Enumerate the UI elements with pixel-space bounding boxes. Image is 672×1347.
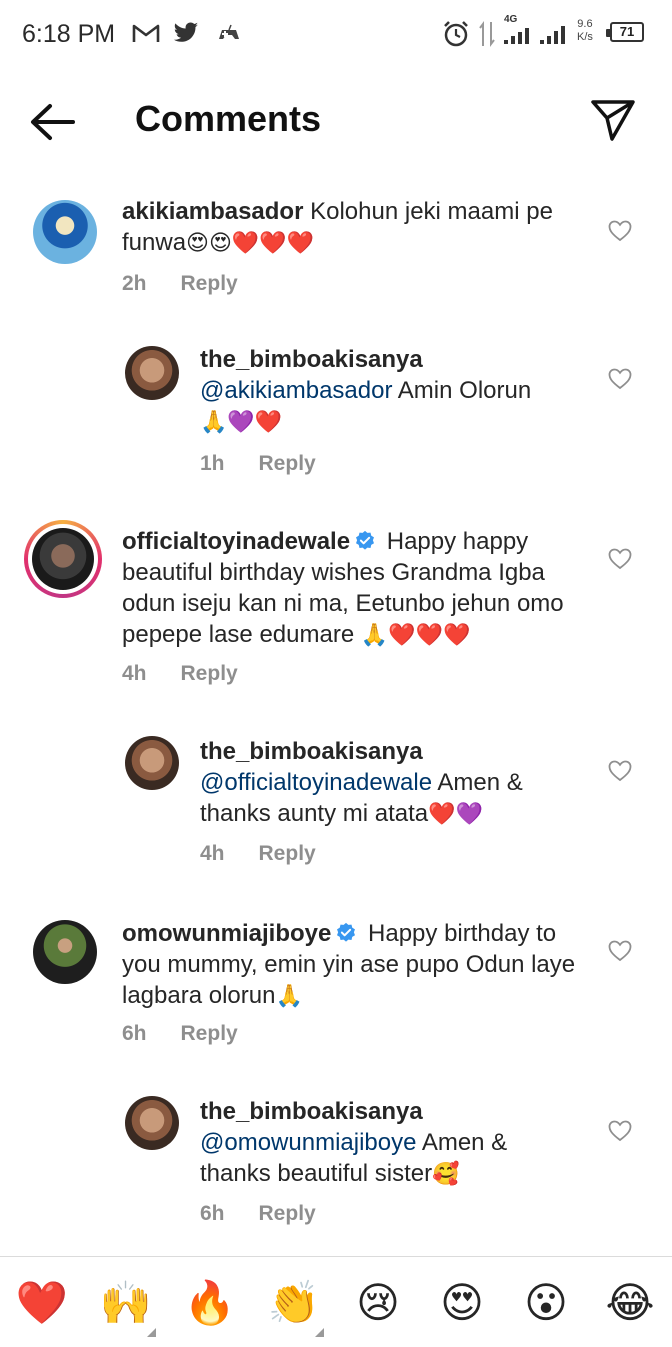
skin-tone-indicator [147, 1328, 156, 1337]
signal-icon-2 [540, 26, 565, 44]
raising-hands-emoji[interactable]: 🙌 [96, 1277, 156, 1337]
comment-text: officialtoyinadewale Happy happy beautif… [122, 526, 592, 651]
network-speed: 9.6 K/s [577, 18, 593, 43]
comment-username[interactable]: omowunmiajiboye [122, 920, 331, 947]
comment-emojis: 🙏❤️❤️❤️ [360, 623, 471, 648]
comment-username[interactable]: the_bimboakisanya [200, 738, 423, 765]
reply-button[interactable]: Reply [259, 842, 316, 865]
arrow-left-icon [31, 104, 75, 140]
fire-emoji[interactable]: 🔥 [180, 1277, 240, 1329]
status-time: 6:18 PM [22, 20, 116, 48]
verified-badge-icon [356, 530, 375, 550]
battery-level: 71 [619, 24, 635, 39]
paper-plane-icon [591, 100, 635, 141]
share-button[interactable] [588, 94, 638, 144]
battery-icon: 71 [606, 22, 644, 42]
like-heart-icon[interactable] [608, 368, 632, 390]
data-arrows-icon [479, 21, 495, 47]
twitter-icon [173, 22, 199, 42]
comment-time: 1h [200, 452, 225, 475]
reply-comment-item: the_bimboakisanya @omowunmiajiboye Amen … [0, 1092, 672, 1232]
comment-text: omowunmiajiboye Happy birthday to you mu… [122, 918, 592, 1012]
alarm-icon [444, 21, 468, 47]
comment-meta: 4h Reply [122, 662, 238, 686]
avatar[interactable] [32, 528, 94, 590]
comment-item: officialtoyinadewale Happy happy beautif… [0, 520, 672, 690]
comment-emojis: ❤️💜 [428, 802, 483, 827]
comment-time: 4h [122, 662, 147, 685]
comment-mention[interactable]: @omowunmiajiboye [200, 1129, 416, 1156]
like-heart-icon[interactable] [608, 548, 632, 570]
comment-username[interactable]: officialtoyinadewale [122, 528, 350, 555]
reply-button[interactable]: Reply [259, 452, 316, 475]
comment-meta: 4h Reply [200, 842, 316, 866]
reply-comment-item: the_bimboakisanya @akikiambasador Amin O… [0, 340, 672, 480]
reply-comment-item: the_bimboakisanya @officialtoyinadewale … [0, 732, 672, 872]
comment-message: Amin Olorun [392, 377, 532, 404]
comment-meta: 1h Reply [200, 452, 316, 476]
avatar[interactable] [125, 346, 179, 400]
comment-username[interactable]: the_bimboakisanya [200, 346, 423, 373]
comment-text: the_bimboakisanya @akikiambasador Amin O… [200, 344, 580, 438]
avatar[interactable] [33, 920, 97, 984]
comment-time: 6h [122, 1022, 147, 1045]
comment-emojis: 🥰 [432, 1162, 460, 1187]
avatar[interactable] [125, 1096, 179, 1150]
avatar[interactable] [125, 736, 179, 790]
comment-time: 2h [122, 272, 147, 295]
comment-meta: 6h Reply [122, 1022, 238, 1046]
comment-emojis: 😍😍❤️❤️❤️ [186, 231, 315, 256]
crying-face-emoji[interactable]: 😢 [348, 1277, 408, 1329]
like-heart-icon[interactable] [608, 220, 632, 242]
comment-item: omowunmiajiboye Happy birthday to you mu… [0, 912, 672, 1052]
comment-username[interactable]: the_bimboakisanya [200, 1098, 423, 1125]
comment-meta: 2h Reply [122, 272, 238, 296]
tears-of-joy-emoji[interactable]: 😂 [600, 1277, 660, 1329]
emoji-quick-bar: ❤️ 🙌 🔥 👏 😢 😍 😮 😂 [0, 1256, 672, 1347]
heart-eyes-emoji[interactable]: 😍 [432, 1277, 492, 1329]
status-bar: 6:18 PM 4G 9.6 K/s 71 [0, 0, 672, 68]
comment-text: the_bimboakisanya @officialtoyinadewale … [200, 736, 580, 830]
reply-button[interactable]: Reply [181, 662, 238, 685]
page-title: Comments [135, 98, 322, 139]
comment-item: akikiambasador Kolohun jeki maami pe fun… [0, 190, 672, 320]
network-type-label: 4G [504, 14, 518, 25]
comment-text: the_bimboakisanya @omowunmiajiboye Amen … [200, 1096, 580, 1190]
comment-mention[interactable]: @officialtoyinadewale [200, 769, 432, 796]
red-heart-emoji[interactable]: ❤️ [12, 1277, 72, 1329]
back-button[interactable] [28, 100, 78, 144]
comment-text: akikiambasador Kolohun jeki maami pe fun… [122, 196, 582, 259]
comment-emojis: 🙏💜❤️ [200, 410, 283, 435]
like-heart-icon[interactable] [608, 760, 632, 782]
story-ring[interactable] [24, 520, 102, 598]
like-heart-icon[interactable] [608, 1120, 632, 1142]
clapping-hands-emoji[interactable]: 👏 [264, 1277, 324, 1337]
comments-header: Comments [0, 68, 672, 178]
skin-tone-indicator [315, 1328, 324, 1337]
verified-badge-icon [337, 922, 356, 942]
signal-icon [504, 28, 529, 44]
gmail-icon [132, 24, 160, 42]
surprised-face-emoji[interactable]: 😮 [516, 1277, 576, 1329]
reply-button[interactable]: Reply [181, 272, 238, 295]
avatar[interactable] [33, 200, 97, 264]
comment-emojis: 🙏 [275, 984, 303, 1009]
comment-time: 4h [200, 842, 225, 865]
comment-username[interactable]: akikiambasador [122, 198, 303, 225]
comment-time: 6h [200, 1202, 225, 1225]
comment-mention[interactable]: @akikiambasador [200, 377, 392, 404]
like-heart-icon[interactable] [608, 940, 632, 962]
comment-meta: 6h Reply [200, 1202, 316, 1226]
reply-button[interactable]: Reply [181, 1022, 238, 1045]
reply-button[interactable]: Reply [259, 1202, 316, 1225]
game-controller-icon [219, 24, 239, 39]
